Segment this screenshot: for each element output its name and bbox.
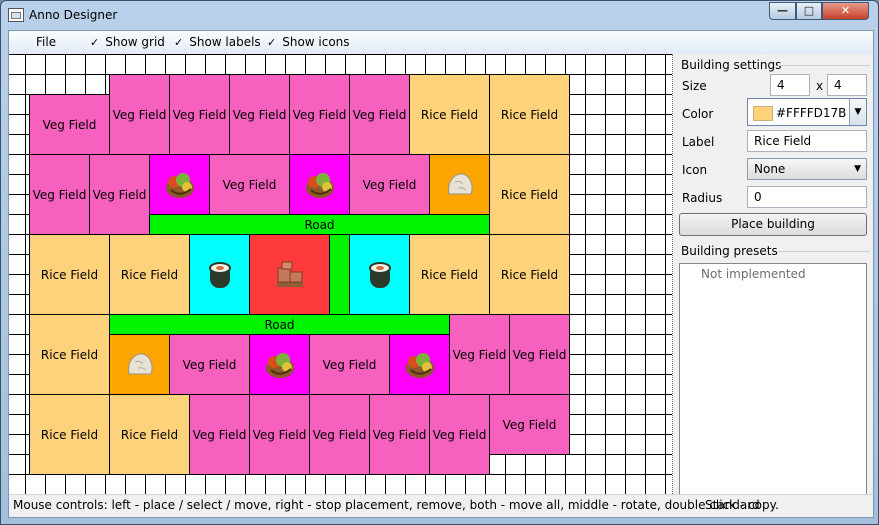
rice-field[interactable]: Rice Field xyxy=(109,394,190,475)
size-height-field[interactable]: 4 xyxy=(827,74,867,96)
window-title: Anno Designer xyxy=(29,8,118,22)
color-picker[interactable]: #FFFFD17B ▼ xyxy=(747,98,867,126)
veg-field[interactable]: Veg Field xyxy=(309,394,370,475)
veg-field[interactable]: Veg Field xyxy=(229,74,290,155)
size-width-field[interactable]: 4 xyxy=(770,74,810,96)
presets-list[interactable]: Not implemented xyxy=(679,263,867,495)
rock-icon xyxy=(127,352,153,374)
building-presets-title: Building presets xyxy=(681,244,778,258)
icon-label: Icon xyxy=(682,163,708,177)
rice-field[interactable]: Rice Field xyxy=(409,74,490,155)
veg-field[interactable]: Veg Field xyxy=(109,74,170,155)
fruit-basket-icon xyxy=(265,352,294,378)
check-icon: ✓ xyxy=(90,36,100,49)
place-building-button[interactable]: Place building xyxy=(679,213,867,236)
veg-field[interactable]: Veg Field xyxy=(509,314,570,395)
sushi-maker[interactable] xyxy=(189,234,250,315)
color-value: #FFFFD17B xyxy=(776,106,847,120)
brick-pallet-icon xyxy=(276,261,303,287)
fruit-farm[interactable] xyxy=(389,334,450,395)
settings-panel: Building settings Size 4 x 4 Color #FFFF… xyxy=(674,54,873,495)
building-settings-title: Building settings xyxy=(681,58,782,72)
menu-bar: File ✓ Show grid ✓ Show labels ✓ Show icons xyxy=(9,31,873,54)
sushi-roll-icon xyxy=(208,261,231,288)
size-label: Size xyxy=(682,79,707,93)
fruit-farm[interactable] xyxy=(149,154,210,215)
radius-field[interactable]: 0 xyxy=(747,186,867,208)
fruit-basket-icon xyxy=(405,352,434,378)
warehouse[interactable] xyxy=(249,234,330,315)
minimize-button[interactable]: — xyxy=(769,2,796,20)
client-area: File ✓ Show grid ✓ Show labels ✓ Show icons… xyxy=(8,30,874,518)
icon-select[interactable]: None ▼ xyxy=(747,158,867,180)
fruit-basket-icon xyxy=(165,172,194,198)
rock-icon xyxy=(447,172,473,194)
stone-quarry[interactable] xyxy=(109,334,170,395)
rice-field[interactable]: Rice Field xyxy=(29,394,110,475)
rice-field[interactable]: Rice Field xyxy=(29,314,110,395)
veg-field[interactable]: Veg Field xyxy=(349,154,430,215)
road[interactable] xyxy=(329,234,350,315)
veg-field[interactable]: Veg Field xyxy=(89,154,150,235)
veg-field[interactable]: Veg Field xyxy=(29,94,110,155)
presets-placeholder: Not implemented xyxy=(701,267,806,281)
radius-label: Radius xyxy=(682,191,723,205)
icon-select-value: None xyxy=(754,162,786,176)
rice-field[interactable]: Rice Field xyxy=(109,234,190,315)
app-window: Anno Designer — □ ✕ File ✓ Show grid ✓ Sho… xyxy=(0,0,879,525)
menu-show-icons[interactable]: ✓ Show icons xyxy=(267,35,350,49)
app-icon xyxy=(8,8,24,22)
fruit-farm[interactable] xyxy=(289,154,350,215)
menu-show-icons-label: Show icons xyxy=(282,35,350,49)
rice-field[interactable]: Rice Field xyxy=(489,234,570,315)
chevron-down-icon: ▼ xyxy=(854,164,861,174)
close-button[interactable]: ✕ xyxy=(822,2,869,20)
color-swatch xyxy=(753,106,773,121)
rice-field[interactable]: Rice Field xyxy=(489,74,570,155)
rice-field[interactable]: Rice Field xyxy=(29,234,110,315)
menu-show-grid[interactable]: ✓ Show grid xyxy=(90,35,165,49)
menu-show-grid-label: Show grid xyxy=(105,35,165,49)
label-field[interactable]: Rice Field xyxy=(747,130,867,152)
rice-field[interactable]: Rice Field xyxy=(409,234,490,315)
road[interactable]: Road xyxy=(149,214,490,235)
label-label: Label xyxy=(682,135,715,149)
veg-field[interactable]: Veg Field xyxy=(289,74,350,155)
veg-field[interactable]: Veg Field xyxy=(309,334,390,395)
fruit-farm[interactable] xyxy=(249,334,310,395)
sushi-roll-icon xyxy=(368,261,391,288)
status-mode: Standard xyxy=(705,498,760,512)
veg-field[interactable]: Veg Field xyxy=(169,74,230,155)
group-divider xyxy=(778,65,870,66)
veg-field[interactable]: Veg Field xyxy=(209,154,290,215)
maximize-button[interactable]: □ xyxy=(796,2,822,20)
veg-field[interactable]: Veg Field xyxy=(369,394,430,475)
veg-field[interactable]: Veg Field xyxy=(169,334,250,395)
status-mouse-help: Mouse controls: left - place / select / … xyxy=(13,498,779,512)
veg-field[interactable]: Veg Field xyxy=(429,394,490,475)
rice-field[interactable]: Rice Field xyxy=(489,154,570,235)
group-divider xyxy=(778,251,870,252)
title-bar[interactable]: Anno Designer — □ ✕ xyxy=(1,1,878,29)
veg-field[interactable]: Veg Field xyxy=(29,154,90,235)
veg-field[interactable]: Veg Field xyxy=(189,394,250,475)
check-icon: ✓ xyxy=(174,36,184,49)
menu-show-labels[interactable]: ✓ Show labels xyxy=(174,35,261,49)
sushi-maker[interactable] xyxy=(349,234,410,315)
stone-quarry[interactable] xyxy=(429,154,490,215)
color-label: Color xyxy=(682,107,714,121)
veg-field[interactable]: Veg Field xyxy=(489,394,570,455)
veg-field[interactable]: Veg Field xyxy=(349,74,410,155)
veg-field[interactable]: Veg Field xyxy=(249,394,310,475)
menu-file[interactable]: File xyxy=(36,35,56,49)
check-icon: ✓ xyxy=(267,36,277,49)
veg-field[interactable]: Veg Field xyxy=(449,314,510,395)
road[interactable]: Road xyxy=(109,314,450,335)
status-bar: Mouse controls: left - place / select / … xyxy=(9,494,873,515)
fruit-basket-icon xyxy=(305,172,334,198)
size-separator: x xyxy=(816,79,824,93)
design-canvas[interactable]: Veg Field Veg Field Veg Field Veg Field … xyxy=(9,54,672,494)
menu-show-labels-label: Show labels xyxy=(189,35,261,49)
chevron-down-icon[interactable]: ▼ xyxy=(849,99,866,125)
